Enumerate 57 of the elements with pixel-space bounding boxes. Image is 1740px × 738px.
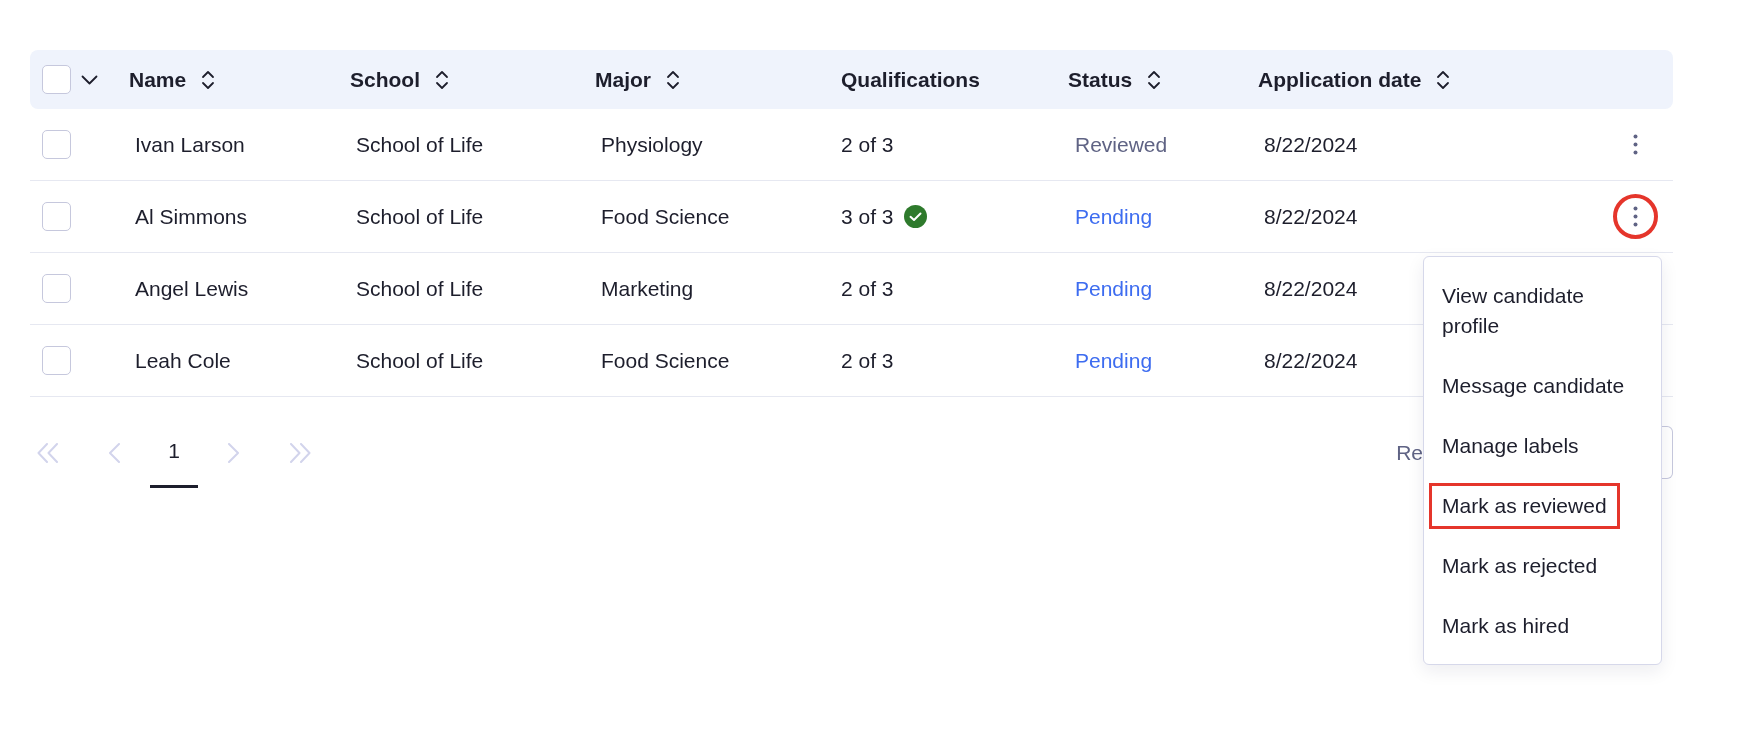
menu-item[interactable]: Manage labels — [1432, 426, 1589, 466]
table-cell: 2 of 3 — [841, 348, 894, 373]
table-cell: 8/22/2024 — [1264, 276, 1358, 301]
column-header[interactable]: Name — [129, 67, 217, 92]
vertical-dots-icon — [1633, 134, 1638, 155]
table-cell: 2 of 3 — [841, 132, 894, 157]
table-cell: Food Science — [601, 348, 730, 373]
page-button[interactable]: 1 — [150, 417, 198, 488]
column-header: Qualifications — [841, 67, 980, 92]
chevron-down-icon[interactable] — [81, 74, 98, 85]
table-cell: Food Science — [601, 204, 730, 229]
more-options-button[interactable] — [1613, 194, 1658, 239]
checkbox[interactable] — [42, 130, 71, 159]
checkbox[interactable] — [42, 346, 71, 375]
table-cell: Physiology — [601, 132, 703, 157]
table-cell: 8/22/2024 — [1264, 132, 1358, 157]
column-header[interactable]: Application date — [1258, 67, 1452, 92]
table-cell: Leah Cole — [135, 348, 231, 373]
chevron-left-icon — [108, 442, 120, 463]
menu-item[interactable]: View candidate profile — [1432, 276, 1641, 346]
menu-item[interactable]: Mark as hired — [1432, 606, 1580, 646]
status-text: Pending — [1075, 276, 1153, 301]
table-cell: Angel Lewis — [135, 276, 249, 301]
menu-item[interactable]: Mark as reviewed — [1432, 486, 1617, 526]
table-cell: School of Life — [356, 204, 484, 229]
table-cell: 3 of 3 — [841, 204, 894, 229]
sort-icon[interactable] — [1146, 68, 1163, 91]
vertical-dots-icon — [1633, 206, 1638, 227]
sort-icon[interactable] — [665, 68, 681, 91]
table-cell: School of Life — [356, 276, 484, 301]
chevron-right-icon — [228, 442, 240, 463]
checkbox[interactable] — [42, 274, 71, 303]
table-cell: School of Life — [356, 348, 484, 373]
column-header[interactable]: Major — [595, 67, 681, 92]
menu-item[interactable]: Mark as rejected — [1432, 546, 1608, 586]
status-text: Pending — [1075, 348, 1153, 373]
sort-icon[interactable] — [434, 68, 450, 91]
double-chevron-right-icon — [289, 442, 311, 463]
double-chevron-left-icon — [37, 442, 59, 463]
table-cell: Ivan Larson — [135, 132, 245, 157]
checkbox[interactable] — [42, 65, 71, 94]
checkbox[interactable] — [42, 202, 71, 231]
status-text: Pending — [1075, 204, 1153, 229]
column-header[interactable]: School — [350, 67, 450, 92]
select-field[interactable] — [1662, 426, 1673, 479]
status-text: Reviewed — [1075, 132, 1168, 157]
table-cell: Al Simmons — [135, 204, 248, 229]
column-header[interactable]: Status — [1068, 67, 1163, 92]
table-cell: 8/22/2024 — [1264, 348, 1358, 373]
table-cell: 2 of 3 — [841, 276, 894, 301]
table-cell: School of Life — [356, 132, 484, 157]
table-cell: 8/22/2024 — [1264, 204, 1358, 229]
table-cell: Marketing — [601, 276, 694, 301]
label-text: Re — [1396, 440, 1423, 465]
sort-icon[interactable] — [1435, 68, 1452, 91]
sort-icon[interactable] — [200, 68, 217, 91]
menu-item[interactable]: Message candidate — [1432, 366, 1635, 406]
